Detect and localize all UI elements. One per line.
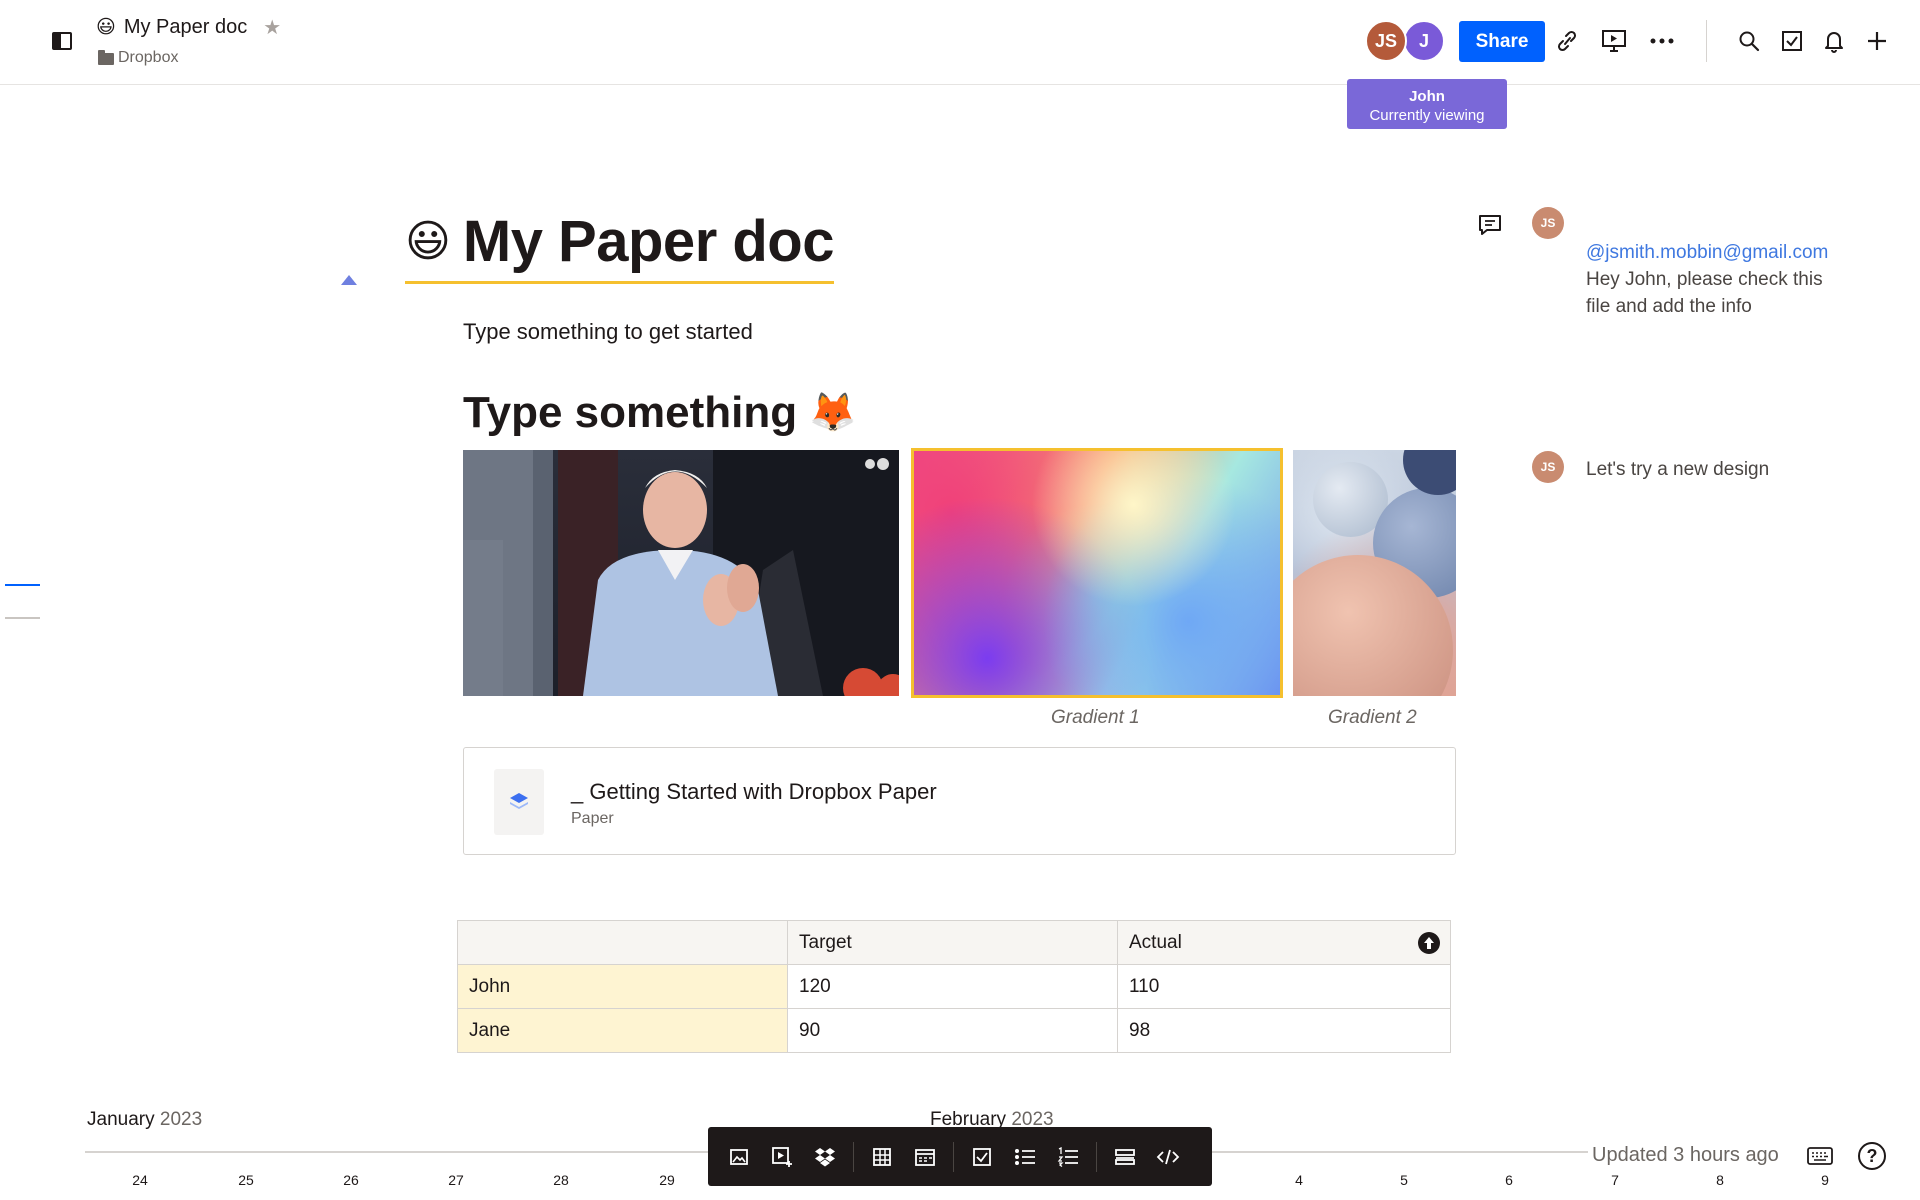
divider-icon[interactable] — [1110, 1142, 1140, 1172]
gif-image[interactable] — [463, 450, 899, 696]
table-cell[interactable]: 90 — [787, 1008, 1118, 1053]
plus-icon[interactable] — [1861, 24, 1893, 58]
comment-body: Hey John, please check this file and add… — [1586, 269, 1823, 317]
present-icon[interactable] — [1598, 24, 1630, 58]
comment-avatar[interactable]: JS — [1532, 207, 1564, 239]
avatar-j[interactable]: J — [1403, 20, 1445, 62]
breadcrumb-folder[interactable]: Dropbox — [118, 49, 178, 67]
fox-emoji: 🦊 — [809, 392, 857, 434]
bullet-list-icon[interactable] — [1010, 1142, 1040, 1172]
timeline-month-january: January 2023 — [87, 1109, 202, 1131]
title-emoji[interactable]: 😃 — [405, 219, 451, 264]
add-comment-icon[interactable] — [1478, 214, 1502, 235]
checkbox-icon[interactable] — [967, 1142, 997, 1172]
link-icon[interactable] — [1551, 24, 1583, 58]
timeline-day: 28 — [553, 1172, 569, 1188]
timeline-day: 24 — [132, 1172, 148, 1188]
keyboard-shortcuts-icon[interactable] — [1807, 1147, 1833, 1165]
insert-toolbar — [708, 1127, 1212, 1186]
timeline-icon[interactable] — [910, 1142, 940, 1172]
comment-body: Let's try a new design — [1586, 459, 1770, 480]
code-icon[interactable] — [1153, 1142, 1183, 1172]
table-cell[interactable]: Jane — [457, 1008, 788, 1053]
comment-avatar[interactable]: JS — [1532, 451, 1564, 483]
tooltip-status: Currently viewing — [1369, 107, 1485, 124]
document-title[interactable]: 😃 My Paper doc — [405, 208, 835, 284]
title-text[interactable]: My Paper doc — [463, 208, 835, 275]
dropbox-icon[interactable] — [810, 1142, 840, 1172]
timeline-month-name: January — [87, 1109, 155, 1130]
dropbox-paper-logo-icon — [494, 769, 544, 835]
section-marker-active[interactable] — [5, 584, 40, 586]
more-icon[interactable] — [1646, 24, 1678, 58]
gradient-1-image[interactable] — [911, 448, 1283, 698]
doc-title-row[interactable]: 😃 My Paper doc ★ — [96, 15, 281, 40]
collapse-arrow-icon[interactable] — [341, 275, 357, 285]
table-header-cell[interactable] — [457, 920, 788, 965]
image-caption-gradient-1[interactable]: Gradient 1 — [1051, 707, 1140, 729]
timeline-day: 4 — [1295, 1172, 1303, 1188]
section-marker[interactable] — [5, 617, 40, 619]
bell-icon[interactable] — [1818, 24, 1850, 58]
comment-1[interactable]: @jsmith.mobbin@gmail.com Hey John, pleas… — [1586, 239, 1831, 320]
timeline-day: 6 — [1505, 1172, 1513, 1188]
timeline-day: 26 — [343, 1172, 359, 1188]
timeline-day: 9 — [1821, 1172, 1829, 1188]
avatar-js[interactable]: JS — [1365, 20, 1407, 62]
table-icon[interactable] — [867, 1142, 897, 1172]
table-header-cell-actual[interactable]: Actual — [1117, 920, 1451, 965]
video-icon[interactable] — [767, 1142, 797, 1172]
star-icon[interactable]: ★ — [263, 15, 281, 40]
toolbar-separator — [953, 1141, 954, 1172]
search-icon[interactable] — [1733, 24, 1765, 58]
top-bar: 😃 My Paper doc ★ Dropbox JS J Share — [0, 0, 1920, 85]
timeline-day: 25 — [238, 1172, 254, 1188]
data-table[interactable]: Target Actual John 120 110 Jane 90 98 — [457, 920, 1451, 1053]
doc-title[interactable]: My Paper doc — [124, 16, 247, 39]
timeline-day: 5 — [1400, 1172, 1408, 1188]
top-divider — [1706, 20, 1707, 62]
image-caption-gradient-2[interactable]: Gradient 2 — [1328, 707, 1417, 729]
sidebar-toggle-icon[interactable] — [52, 32, 72, 50]
table-cell[interactable]: 98 — [1117, 1008, 1451, 1053]
gif-illustration — [463, 450, 899, 696]
table-cell[interactable]: 120 — [787, 964, 1118, 1009]
help-icon[interactable]: ? — [1858, 1142, 1886, 1170]
heading-2-text[interactable]: Type something — [463, 388, 797, 438]
table-cell[interactable]: 110 — [1117, 964, 1451, 1009]
timeline-day: 8 — [1716, 1172, 1724, 1188]
table-row: John 120 110 — [457, 964, 1451, 1009]
heading-2[interactable]: Type something 🦊 — [463, 388, 856, 438]
comment-mention[interactable]: @jsmith.mobbin@gmail.com — [1586, 242, 1828, 263]
timeline-day: 27 — [448, 1172, 464, 1188]
timeline-day: 7 — [1611, 1172, 1619, 1188]
toolbar-separator — [853, 1141, 854, 1172]
updated-status: Updated 3 hours ago — [1588, 1144, 1783, 1167]
share-button[interactable]: Share — [1459, 21, 1545, 62]
numbered-list-icon[interactable] — [1053, 1142, 1083, 1172]
link-card-title[interactable]: _ Getting Started with Dropbox Paper — [571, 779, 937, 805]
tooltip-name: John — [1409, 88, 1445, 105]
decorative-sphere — [1403, 450, 1456, 495]
table-header-label: Actual — [1129, 931, 1182, 953]
sort-arrow-up-icon[interactable] — [1418, 932, 1440, 954]
gradient-2-image[interactable] — [1293, 450, 1456, 696]
table-cell[interactable]: John — [457, 964, 788, 1009]
intro-paragraph[interactable]: Type something to get started — [463, 319, 753, 345]
table-header-cell[interactable]: Target — [787, 920, 1118, 965]
comment-2[interactable]: Let's try a new design — [1586, 456, 1831, 483]
viewer-tooltip: John Currently viewing — [1347, 79, 1507, 129]
paper-link-card[interactable]: _ Getting Started with Dropbox Paper Pap… — [463, 747, 1456, 855]
toolbar-separator — [1096, 1141, 1097, 1172]
image-icon[interactable] — [724, 1142, 754, 1172]
table-header-row: Target Actual — [457, 920, 1451, 965]
breadcrumb[interactable]: Dropbox — [98, 49, 178, 67]
folder-icon — [98, 49, 114, 65]
link-card-subtitle: Paper — [571, 810, 614, 827]
table-row: Jane 90 98 — [457, 1008, 1451, 1053]
checklist-icon[interactable] — [1776, 24, 1808, 58]
timeline-day: 29 — [659, 1172, 675, 1188]
timeline-month-year: 2023 — [159, 1109, 203, 1130]
doc-emoji: 😃 — [96, 17, 116, 38]
